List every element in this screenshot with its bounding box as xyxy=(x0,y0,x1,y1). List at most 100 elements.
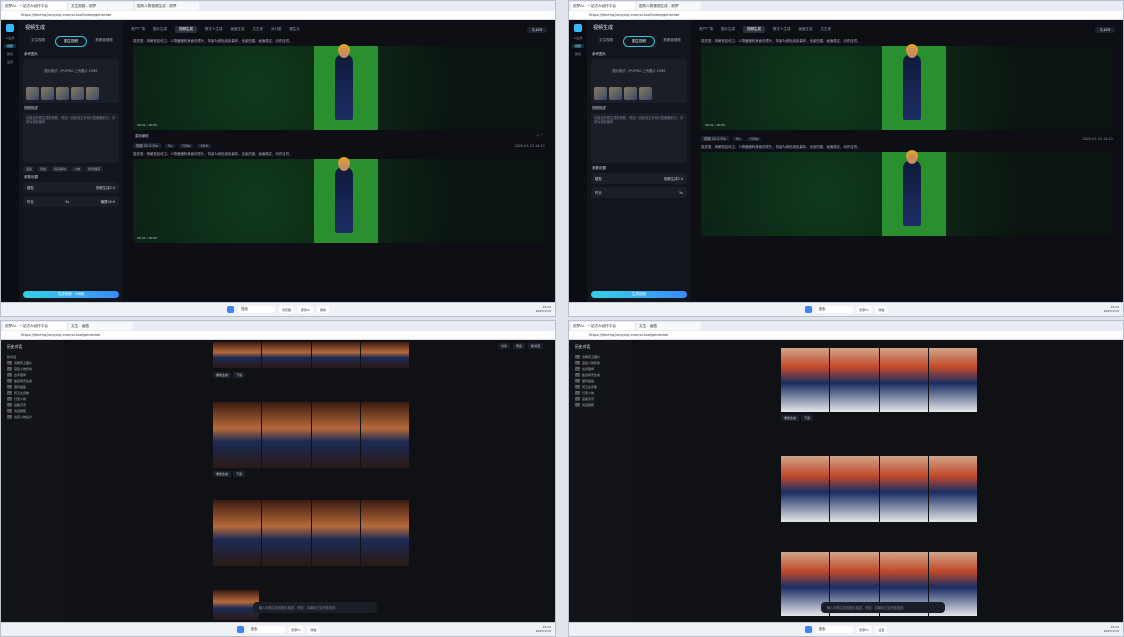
generated-image[interactable] xyxy=(781,348,830,412)
nav-item[interactable]: 画面生成 xyxy=(231,27,245,32)
prompt-textarea[interactable]: 请描述你想生成的视频，例如：宫廷侍卫手持灯笼缓缓前行，背景为绿色幕布 xyxy=(591,113,687,163)
start-icon[interactable] xyxy=(227,306,235,313)
address-bar[interactable]: https://jimeng.jianying.com/ai-tool/gene… xyxy=(569,331,1123,340)
duration-select[interactable]: 时长 5s 横屏16:9 xyxy=(23,196,119,207)
nav-item-active[interactable]: 视频生成 xyxy=(175,26,197,33)
generated-image[interactable] xyxy=(360,500,409,566)
start-icon[interactable] xyxy=(804,306,812,313)
nav-item[interactable]: 图片生成 xyxy=(153,27,167,32)
more-icon[interactable]: ⤓ ⋯ xyxy=(537,133,543,138)
taskbar-search[interactable]: 搜索 xyxy=(815,306,853,313)
mode-image-to-video[interactable]: 图生视频 xyxy=(55,36,87,47)
generated-image[interactable] xyxy=(928,456,977,522)
prompt-textarea[interactable]: 请描述你想生成的视频，例如：宫廷侍卫手持灯笼缓缓前行，背景为绿色幕布 xyxy=(23,113,119,163)
taskbar-item[interactable]: 即梦AI xyxy=(288,626,304,633)
generated-image[interactable] xyxy=(262,500,311,566)
generated-image[interactable] xyxy=(311,500,360,566)
taskbar-item[interactable]: 微信 xyxy=(316,306,329,313)
nav-item[interactable]: 资产广场 xyxy=(699,27,713,32)
taskbar-item[interactable]: 即梦AI xyxy=(298,306,313,313)
video-player[interactable] xyxy=(701,152,1113,236)
taskbar-item[interactable]: 微信 xyxy=(307,626,320,633)
generated-image[interactable] xyxy=(830,456,879,522)
generated-image[interactable] xyxy=(262,402,311,468)
model-select[interactable]: 模型 视频生成2.0 xyxy=(591,173,687,184)
taskbar-item[interactable]: 设置 xyxy=(875,626,888,633)
history-item[interactable]: 古装人物设计 xyxy=(1,414,63,420)
address-bar[interactable]: https://jimeng.jianying.com/ai-tool/gene… xyxy=(1,331,555,340)
rail-item-settings[interactable]: 设置 xyxy=(4,60,16,64)
nav-item[interactable]: 文生音 xyxy=(821,27,832,32)
generated-image[interactable] xyxy=(879,456,928,522)
regenerate-button[interactable]: 重新生成 xyxy=(781,415,800,421)
export-button[interactable]: 导出 xyxy=(512,343,525,349)
credits-badge[interactable]: 3,103 xyxy=(1094,26,1115,33)
image-upload-area[interactable]: 图片格式：JPG/PNG 上传图片 10MB xyxy=(591,59,687,103)
nav-item[interactable]: 资产广场 xyxy=(131,27,145,32)
chip[interactable]: 人物 xyxy=(71,166,84,172)
start-icon[interactable] xyxy=(236,626,244,633)
taskbar-item[interactable]: 浏览器 xyxy=(279,306,295,313)
chip[interactable]: 风格 xyxy=(37,166,50,172)
nav-item-active[interactable]: 视频生成 xyxy=(743,26,765,33)
generated-image[interactable] xyxy=(311,342,360,368)
generated-image[interactable] xyxy=(262,342,311,368)
video-player[interactable]: 00:01 / 00:05 xyxy=(133,46,545,130)
mode-image-to-video[interactable]: 图生视频 xyxy=(623,36,655,47)
thumbnail[interactable] xyxy=(56,87,69,100)
browser-tab[interactable]: 文生 - 画图 xyxy=(637,322,701,330)
app-logo-icon[interactable] xyxy=(574,24,582,32)
model-select[interactable]: 模型 视频生成2.0 xyxy=(23,182,119,193)
generated-image[interactable] xyxy=(830,348,879,412)
credits-badge[interactable]: 3,103 xyxy=(526,26,547,33)
mode-text-to-video[interactable]: 文生视频 xyxy=(23,36,53,47)
thumbnail[interactable] xyxy=(26,87,39,100)
duration-select[interactable]: 时长 5s xyxy=(591,187,687,198)
thumbnail[interactable] xyxy=(594,87,607,100)
rail-item-mine[interactable]: 我的 xyxy=(4,52,16,56)
generated-image[interactable] xyxy=(781,456,830,522)
taskbar-item[interactable]: 微信 xyxy=(875,306,888,313)
generated-image[interactable] xyxy=(928,348,977,412)
nav-item[interactable]: 画面生成 xyxy=(799,27,813,32)
thumbnail[interactable] xyxy=(41,87,54,100)
download-button[interactable]: 下载 xyxy=(801,415,814,421)
rail-item-video[interactable]: 视频 xyxy=(572,44,584,48)
rail-item-ai[interactable]: AI生成 xyxy=(572,36,584,40)
thumbnail[interactable] xyxy=(624,87,637,100)
chat-input[interactable]: 输入你想生成的图片描述，例如：清朝侍卫站在故宫前 xyxy=(253,602,377,613)
browser-tab[interactable]: 即梦AI - 一站式AI创作平台 xyxy=(3,2,67,10)
thumbnail[interactable] xyxy=(609,87,622,100)
share-button[interactable]: 分享 xyxy=(497,343,510,349)
nav-item[interactable]: 数字人生成 xyxy=(205,27,223,32)
rail-item-video[interactable]: 视频 xyxy=(4,44,16,48)
regenerate-button[interactable]: 重新生成 xyxy=(213,372,232,378)
chat-input[interactable]: 输入你想生成的图片描述，例如：清朝侍卫站在故宫前 xyxy=(821,602,945,613)
taskbar-search[interactable]: 搜索 xyxy=(815,626,853,633)
thumbnail[interactable] xyxy=(71,87,84,100)
thumbnail[interactable] xyxy=(639,87,652,100)
browser-tab[interactable]: 即梦AI - 一站式AI创作平台 xyxy=(571,322,635,330)
regenerate-button[interactable]: 重新生成 xyxy=(213,471,232,477)
generate-button[interactable]: 生成视频 · 0消耗 xyxy=(23,291,119,298)
video-player[interactable]: 00:01 / 00:05 xyxy=(701,46,1113,130)
taskbar-search[interactable]: 搜索 xyxy=(238,306,276,313)
taskbar-item[interactable]: 即梦AI xyxy=(856,306,872,313)
generated-image[interactable] xyxy=(213,500,262,566)
chip[interactable]: 运镜 xyxy=(23,166,36,172)
generate-button[interactable]: 生成视频 xyxy=(591,291,687,298)
mode-text-to-video[interactable]: 文生视频 xyxy=(591,36,621,47)
generated-image[interactable] xyxy=(213,342,262,368)
generated-image[interactable] xyxy=(360,342,409,368)
address-bar[interactable]: https://jimeng.jianying.com/ai-tool/vide… xyxy=(569,11,1123,20)
thumbnail[interactable] xyxy=(86,87,99,100)
video-player[interactable]: 00:01 / 00:05 xyxy=(133,159,545,243)
download-button[interactable]: 下载 xyxy=(233,372,246,378)
chip[interactable]: 镜头移动 xyxy=(51,166,70,172)
nav-item[interactable]: 文生音 xyxy=(253,27,264,32)
browser-tab[interactable]: 即梦AI - 一站式AI创作平台 xyxy=(571,2,635,10)
rail-item-ai[interactable]: AI生成 xyxy=(4,36,16,40)
nav-item[interactable]: 数字人生成 xyxy=(773,27,791,32)
rail-item-mine[interactable]: 我的 xyxy=(572,52,584,56)
nav-item[interactable]: 对口型 xyxy=(271,27,282,32)
